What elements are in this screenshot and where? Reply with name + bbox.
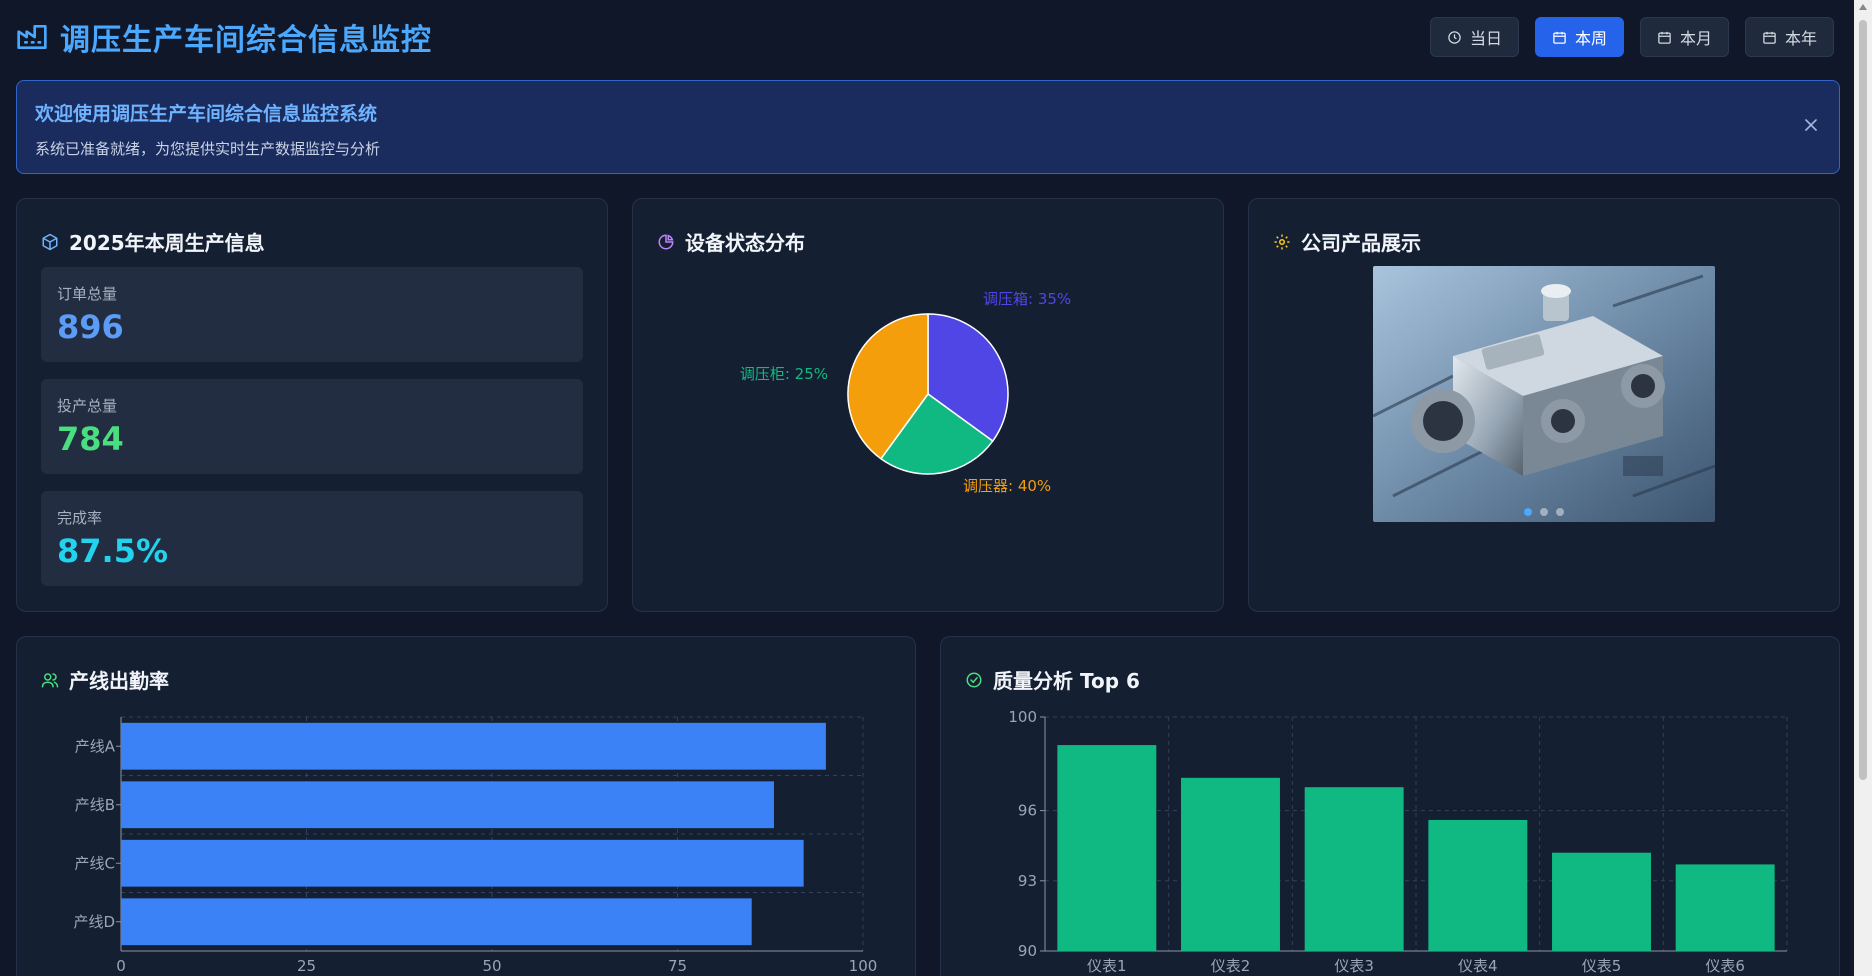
pie-label: 调压器: 40% (963, 477, 1051, 495)
range-year-button[interactable]: 本年 (1744, 17, 1834, 57)
bar[interactable] (121, 722, 826, 770)
calendar-icon (1763, 31, 1776, 44)
users-icon (41, 672, 59, 687)
factory-icon (17, 25, 47, 49)
y-tick-label: 96 (1018, 802, 1037, 820)
banner-subtitle: 系统已准备就绪，为您提供实时生产数据监控与分析 (35, 140, 381, 158)
title-wrap: 调压生产车间综合信息监控 (16, 15, 432, 59)
range-label: 本周 (1574, 29, 1607, 48)
calendar-icon (1658, 31, 1671, 44)
header: 调压生产车间综合信息监控 当日 本周 本月 本年 (16, 14, 1842, 60)
y-tick-label: 93 (1018, 872, 1037, 890)
welcome-banner: 欢迎使用调压生产车间综合信息监控系统 系统已准备就绪，为您提供实时生产数据监控与… (16, 80, 1840, 174)
close-icon[interactable] (1801, 115, 1821, 135)
scroll-thumb[interactable] (1859, 20, 1867, 780)
quality-bar-chart: 90 93 96 100 仪表1 仪表2 仪表3 仪表4 仪表5 仪表6 (1008, 708, 1788, 975)
range-label: 当日 (1469, 29, 1502, 48)
product-carousel[interactable] (1373, 266, 1715, 522)
card-title: 公司产品展示 (1273, 227, 1421, 256)
box-icon (42, 233, 58, 250)
bar[interactable] (1552, 852, 1651, 951)
stat-value: 784 (57, 420, 124, 458)
y-tick-label: 产线A (75, 737, 116, 755)
stat-label: 完成率 (57, 509, 103, 527)
range-label: 本月 (1679, 29, 1712, 48)
stat-completion-rate: 完成率 87.5% (41, 491, 583, 586)
y-tick-label: 100 (1008, 708, 1037, 726)
equipment-status-card: 设备状态分布 调压箱: 35% 调压柜: 25% 调压器: 40% (632, 198, 1224, 612)
x-tick-label: 50 (482, 957, 501, 975)
carousel-dots (1373, 508, 1715, 516)
attendance-bar-chart: 0 25 50 75 100 产线A 产线B 产线C 产线D (73, 716, 878, 975)
scroll-up-icon[interactable] (1859, 4, 1867, 10)
check-circle-icon (966, 672, 982, 687)
x-tick-label: 仪表1 (1087, 957, 1127, 975)
range-week-button[interactable]: 本周 (1534, 17, 1624, 57)
stat-label: 订单总量 (57, 285, 118, 303)
gear-icon (1274, 234, 1290, 249)
stat-order-total: 订单总量 896 (41, 267, 583, 362)
card-title-text: 2025年本周生产信息 (69, 231, 265, 255)
card-title: 质量分析 Top 6 (965, 665, 1140, 694)
range-month-button[interactable]: 本月 (1639, 17, 1729, 57)
pie-label: 调压柜: 25% (740, 365, 828, 383)
range-label: 本年 (1784, 29, 1817, 48)
time-range-group: 当日 本周 本月 本年 (1429, 17, 1834, 57)
card-title-text: 设备状态分布 (685, 231, 805, 255)
x-tick-label: 仪表3 (1334, 957, 1374, 975)
bar[interactable] (121, 839, 804, 887)
carousel-dot[interactable] (1556, 508, 1564, 516)
clock-icon (1448, 30, 1461, 44)
bar[interactable] (121, 898, 752, 946)
product-showcase-card: 公司产品展示 (1248, 198, 1840, 612)
carousel-dot[interactable] (1524, 508, 1532, 516)
quality-card: 质量分析 Top 6 90 93 96 100 仪表1 仪表2 仪表3 仪表4 仪表5 仪表6 (940, 636, 1840, 976)
calendar-icon (1553, 31, 1566, 44)
card-title: 设备状态分布 (657, 227, 805, 256)
card-title: 2025年本周生产信息 (41, 227, 265, 256)
stat-value: 896 (57, 308, 124, 346)
stat-label: 投产总量 (57, 397, 118, 415)
bar[interactable] (121, 781, 774, 829)
bar[interactable] (1675, 864, 1775, 951)
card-title-text: 公司产品展示 (1301, 231, 1421, 255)
x-tick-label: 0 (116, 957, 126, 975)
y-tick-label: 产线C (75, 854, 115, 872)
product-image (1373, 266, 1715, 522)
y-tick-label: 产线D (73, 913, 115, 931)
page-scrollbar[interactable] (1854, 0, 1872, 976)
x-tick-label: 75 (668, 957, 687, 975)
x-tick-label: 仪表6 (1705, 957, 1745, 975)
x-tick-label: 仪表2 (1211, 957, 1251, 975)
banner-title: 欢迎使用调压生产车间综合信息监控系统 (35, 103, 378, 125)
equipment-pie-chart: 调压箱: 35% 调压柜: 25% 调压器: 40% (740, 290, 1071, 495)
x-tick-label: 100 (849, 957, 878, 975)
carousel-dot[interactable] (1540, 508, 1548, 516)
stat-value: 87.5% (57, 532, 169, 570)
pie-chart-icon (658, 233, 674, 249)
stat-production-total: 投产总量 784 (41, 379, 583, 474)
production-info-card: 2025年本周生产信息 订单总量 896 投产总量 784 完成率 87.5% (16, 198, 608, 612)
bar[interactable] (1181, 777, 1280, 951)
attendance-card: 产线出勤率 0 25 50 75 100 产线A 产线B 产线C 产线D (16, 636, 916, 976)
bar[interactable] (1428, 819, 1528, 951)
bar[interactable] (1057, 745, 1157, 951)
card-title-text: 产线出勤率 (69, 669, 169, 693)
x-tick-label: 仪表4 (1458, 957, 1498, 975)
range-today-button[interactable]: 当日 (1429, 17, 1519, 57)
y-tick-label: 产线B (75, 796, 115, 814)
x-tick-label: 仪表5 (1582, 957, 1622, 975)
pie-label: 调压箱: 35% (983, 290, 1071, 308)
card-title: 产线出勤率 (41, 665, 169, 694)
y-tick-label: 90 (1018, 942, 1037, 960)
bar[interactable] (1304, 787, 1404, 951)
card-title-text: 质量分析 Top 6 (993, 669, 1140, 693)
x-tick-label: 25 (297, 957, 316, 975)
page-title: 调压生产车间综合信息监控 (60, 23, 432, 58)
